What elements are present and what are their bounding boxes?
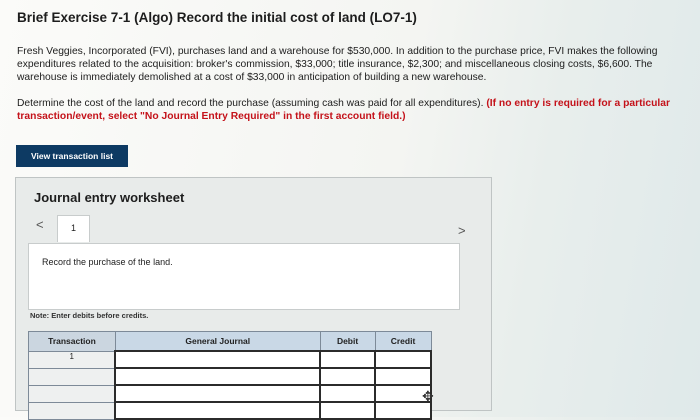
table-row — [28, 367, 432, 386]
chevron-left-icon[interactable]: < — [36, 217, 44, 232]
table-row — [28, 384, 432, 403]
page-title: Brief Exercise 7-1 (Algo) Record the ini… — [17, 10, 417, 25]
debit-field[interactable] — [319, 350, 377, 369]
table-row: 1 — [28, 350, 432, 369]
chevron-right-icon[interactable]: > — [458, 223, 466, 238]
credit-field[interactable] — [374, 367, 432, 386]
debit-field[interactable] — [319, 384, 377, 403]
header-credit: Credit — [374, 331, 432, 352]
transaction-number — [28, 367, 116, 386]
worksheet-title: Journal entry worksheet — [34, 190, 185, 205]
tab-1[interactable]: 1 — [57, 215, 90, 242]
account-field[interactable] — [114, 350, 322, 369]
header-debit: Debit — [319, 331, 376, 352]
transaction-number: 1 — [28, 350, 116, 369]
header-general-journal: General Journal — [114, 331, 321, 352]
move-cursor-icon: ✥ — [422, 388, 434, 404]
table-row — [28, 401, 432, 420]
transaction-number — [28, 384, 116, 403]
note-text: Note: Enter debits before credits. — [30, 311, 149, 320]
problem-description: Fresh Veggies, Incorporated (FVI), purch… — [17, 46, 658, 83]
credit-field[interactable] — [374, 350, 432, 369]
account-field[interactable] — [114, 384, 322, 403]
instruction-box: Record the purchase of the land. — [28, 243, 460, 310]
problem-instructions: Determine the cost of the land and recor… — [17, 97, 685, 123]
debit-field[interactable] — [319, 401, 377, 420]
transaction-number — [28, 401, 116, 420]
view-transaction-list-button[interactable]: View transaction list — [16, 145, 128, 167]
instruction-text: Record the purchase of the land. — [42, 257, 173, 267]
account-field[interactable] — [114, 401, 322, 420]
header-transaction: Transaction — [28, 331, 116, 352]
journal-table: Transaction General Journal Debit Credit… — [28, 331, 432, 420]
instructions-text: Determine the cost of the land and recor… — [17, 98, 487, 109]
debit-field[interactable] — [319, 367, 377, 386]
account-field[interactable] — [114, 367, 322, 386]
